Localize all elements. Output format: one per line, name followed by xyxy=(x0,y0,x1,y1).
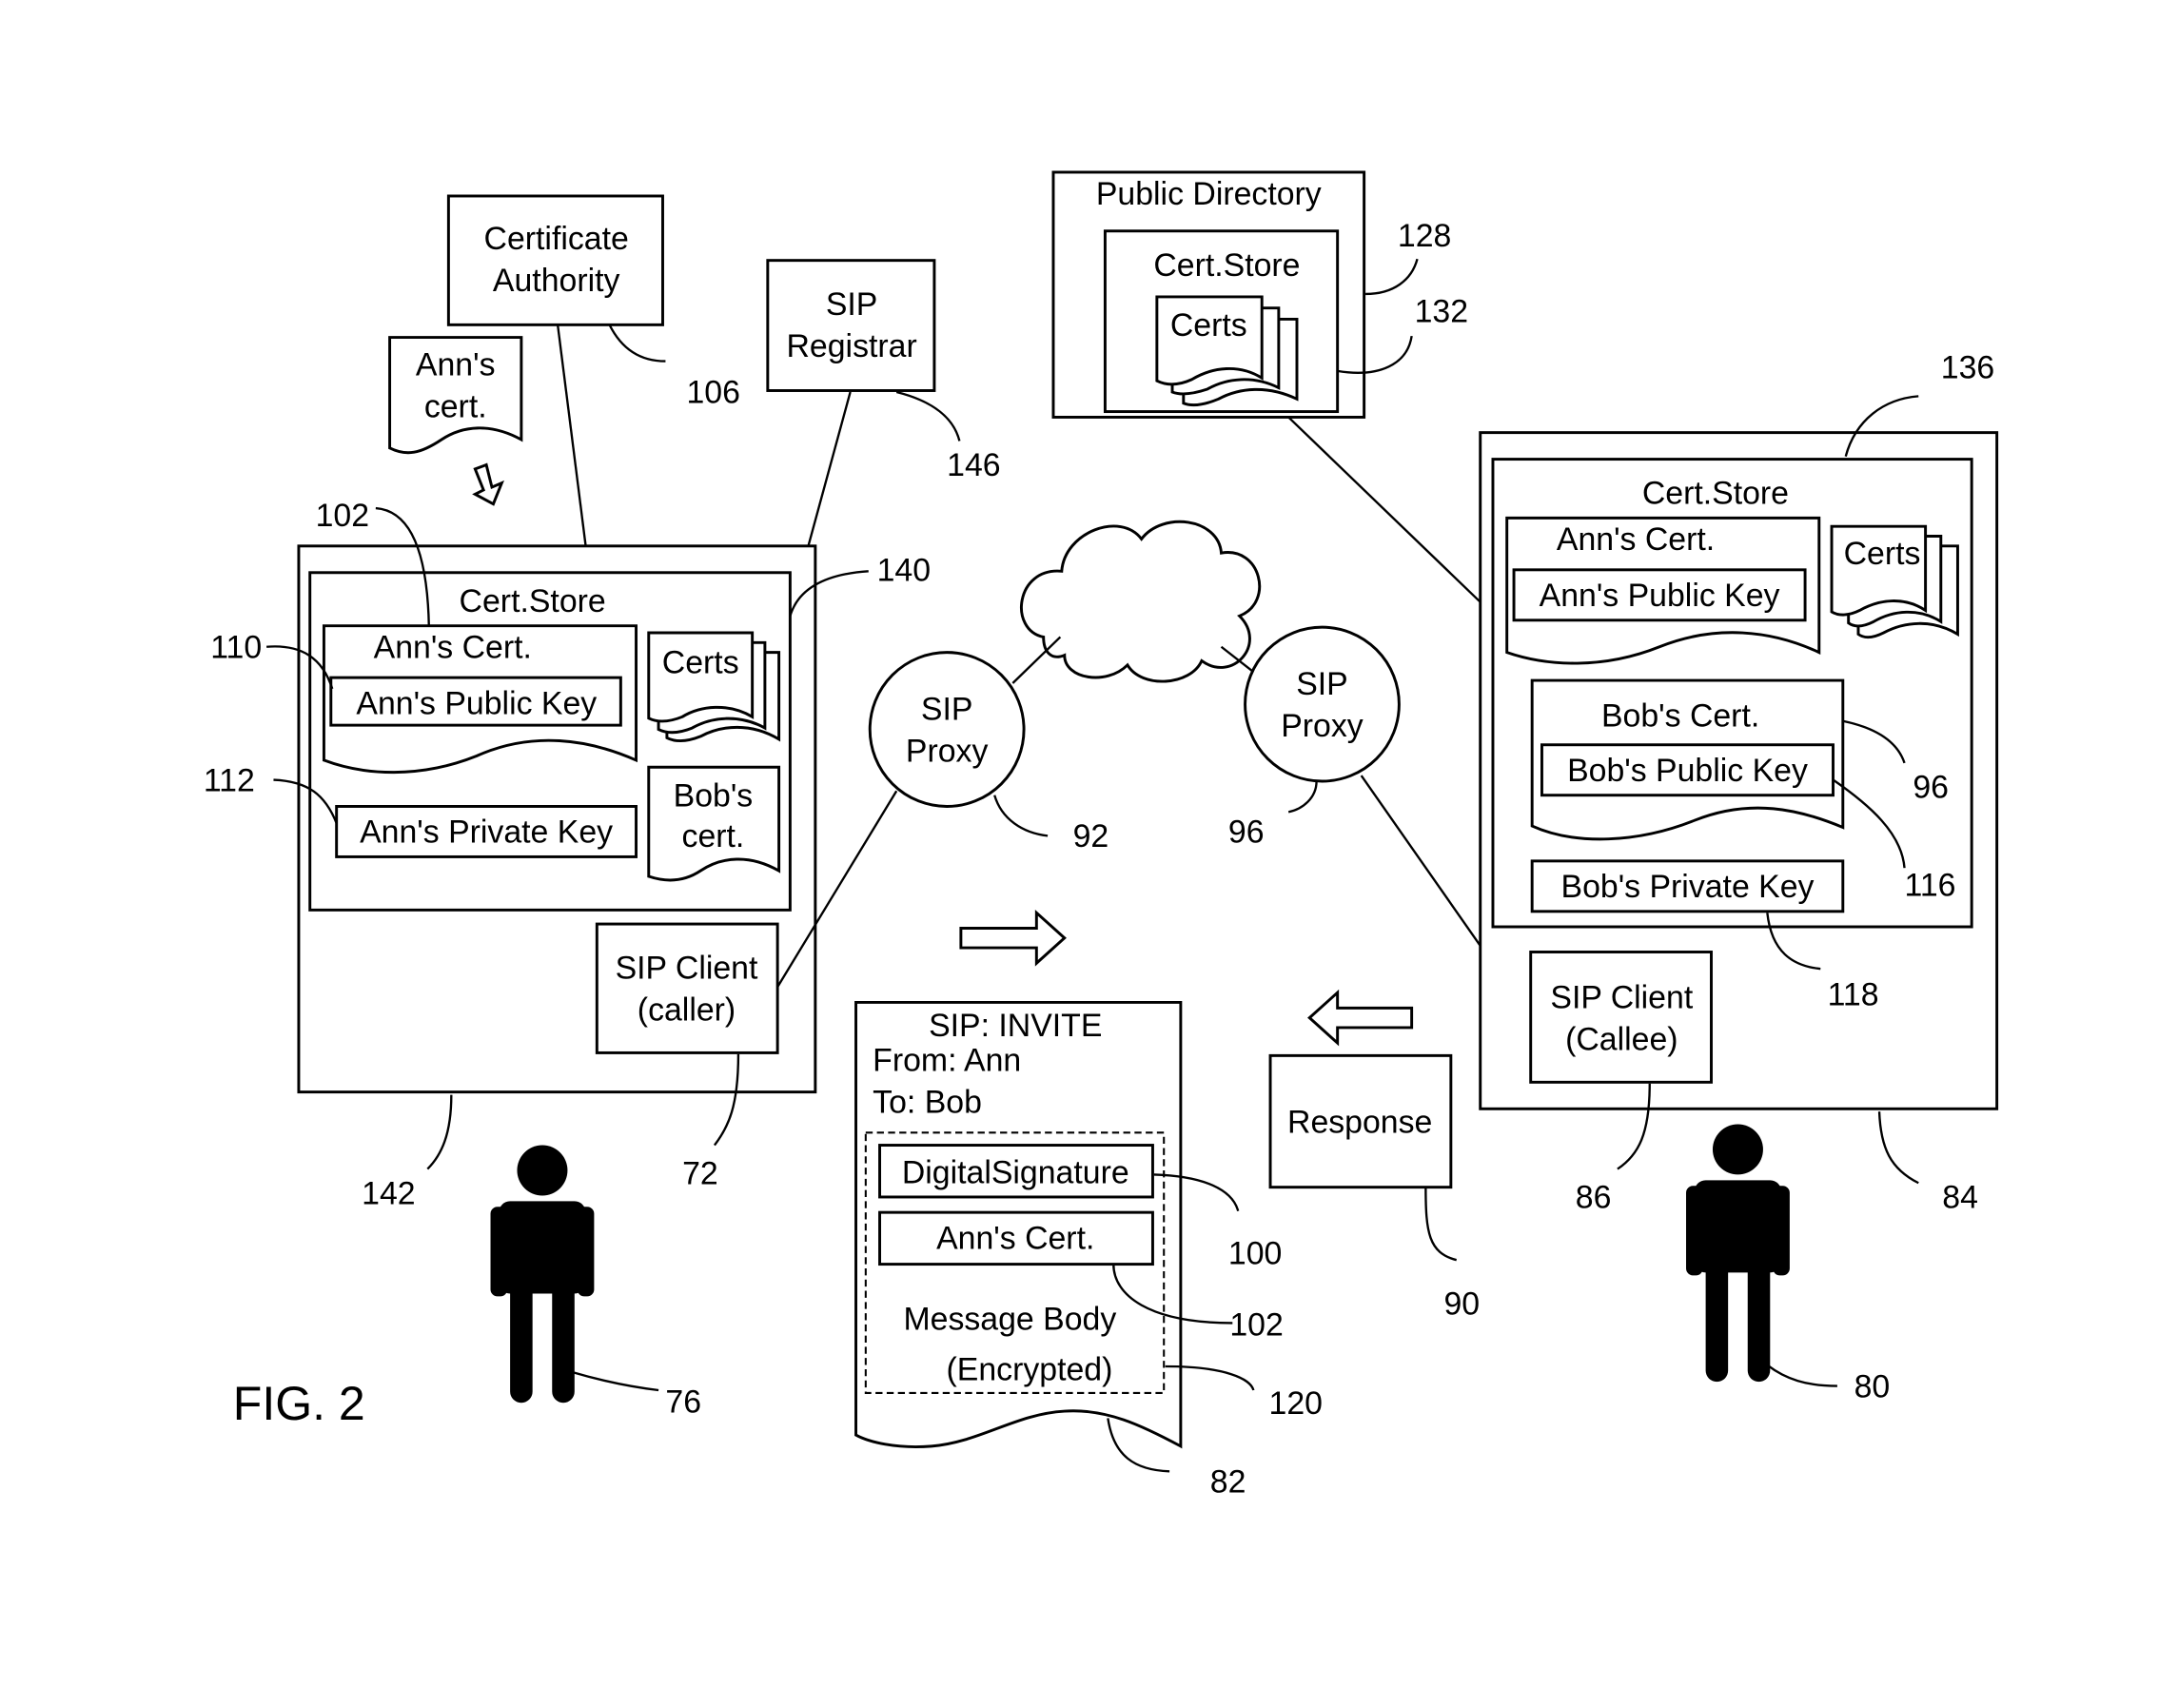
ref-76: 76 xyxy=(665,1384,701,1421)
public-directory-title: Public Directory xyxy=(1096,176,1322,212)
caller-bobs-cert-2: cert. xyxy=(682,818,745,854)
invite-digital-signature: DigitalSignature xyxy=(902,1154,1129,1190)
proxy-left-label-1: SIP xyxy=(921,691,973,727)
callee-anns-cert-title: Ann's Cert. xyxy=(1557,521,1715,558)
ref-96-cert: 96 xyxy=(1913,770,1949,806)
ref-90: 90 xyxy=(1443,1286,1480,1323)
caller-anns-private-key: Ann's Private Key xyxy=(360,815,613,851)
network-cloud-icon xyxy=(1011,520,1262,684)
ref-146: 146 xyxy=(947,447,1000,483)
anns-cert-doc-label-2: cert. xyxy=(424,388,487,424)
ref-136: 136 xyxy=(1941,349,1994,385)
forward-arrow-icon xyxy=(959,909,1067,967)
caller-cert-store-title: Cert.Store xyxy=(460,583,606,619)
callee-device: Cert.Store Ann's Cert. Ann's Public Key … xyxy=(1479,349,1999,1216)
user-bob-icon: 80 xyxy=(1686,1124,1890,1404)
ref-112: 112 xyxy=(204,762,255,798)
invite-to: To: Bob xyxy=(873,1085,982,1121)
ref-106: 106 xyxy=(686,375,739,411)
invite-message-body-2: (Encrypted) xyxy=(947,1352,1113,1388)
callee-certs-label: Certs xyxy=(1844,536,1921,572)
caller-bobs-cert-1: Bob's xyxy=(674,777,754,814)
invite-message: SIP: INVITE From: Ann To: Bob DigitalSig… xyxy=(854,1000,1323,1500)
down-arrow-icon xyxy=(472,462,504,506)
caller-certs-label: Certs xyxy=(662,645,739,681)
caller-anns-cert-title: Ann's Cert. xyxy=(374,630,532,666)
proxy-right-label-1: SIP xyxy=(1296,666,1348,702)
ref-116: 116 xyxy=(1905,868,1956,904)
sip-registrar: SIP Registrar 146 xyxy=(766,259,1001,547)
user-ann-icon: 76 xyxy=(490,1145,701,1421)
ref-80: 80 xyxy=(1854,1368,1891,1404)
callee-sip-client-1: SIP Client xyxy=(1550,979,1693,1015)
ref-82: 82 xyxy=(1210,1463,1246,1500)
ref-100: 100 xyxy=(1228,1236,1282,1272)
ref-118: 118 xyxy=(1828,976,1879,1012)
callee-bobs-public-key: Bob's Public Key xyxy=(1567,753,1808,789)
invite-title: SIP: INVITE xyxy=(929,1008,1102,1044)
ref-86: 86 xyxy=(1576,1180,1612,1216)
callee-bobs-cert-title: Bob's Cert. xyxy=(1601,698,1759,735)
callee-bobs-private-key: Bob's Private Key xyxy=(1561,869,1815,905)
ref-84: 84 xyxy=(1942,1180,1978,1216)
patent-figure: Certificate Authority 106 Ann's cert. SI… xyxy=(204,170,1999,1500)
ref-120: 120 xyxy=(1269,1385,1323,1422)
response-box: Response 90 xyxy=(1268,1053,1480,1323)
caller-anns-public-key: Ann's Public Key xyxy=(356,685,597,721)
pd-cert-store-title: Cert.Store xyxy=(1153,247,1300,284)
figure-title: FIG. 2 xyxy=(233,1377,365,1430)
ref-142: 142 xyxy=(362,1175,415,1211)
ref-140: 140 xyxy=(877,553,931,589)
anns-cert-document: Ann's cert. xyxy=(388,336,523,506)
ca-label-1: Certificate xyxy=(484,221,629,257)
registrar-label-2: Registrar xyxy=(786,328,916,364)
ref-102-invite: 102 xyxy=(1229,1307,1283,1344)
proxy-left-label-2: Proxy xyxy=(906,733,989,769)
callee-cert-store-title: Cert.Store xyxy=(1642,476,1789,512)
ref-128: 128 xyxy=(1398,218,1451,254)
invite-from: From: Ann xyxy=(873,1043,1021,1079)
ref-102-left: 102 xyxy=(316,498,369,534)
pd-certs-label: Certs xyxy=(1170,307,1247,344)
ref-96-proxy: 96 xyxy=(1228,815,1265,851)
invite-message-body-1: Message Body xyxy=(903,1302,1116,1338)
caller-device: Cert.Store Ann's Cert. Ann's Public Key … xyxy=(204,498,931,1211)
ref-132: 132 xyxy=(1415,293,1468,329)
anns-cert-doc-label-1: Ann's xyxy=(416,346,496,383)
ref-92: 92 xyxy=(1073,818,1109,854)
callee-anns-public-key: Ann's Public Key xyxy=(1540,578,1780,614)
ref-110: 110 xyxy=(210,630,262,666)
ca-label-2: Authority xyxy=(493,263,620,299)
registrar-label-1: SIP xyxy=(826,286,878,323)
ref-72: 72 xyxy=(682,1156,718,1192)
response-label: Response xyxy=(1287,1104,1432,1140)
caller-sip-client-1: SIP Client xyxy=(616,950,758,986)
proxy-right-label-2: Proxy xyxy=(1281,708,1364,744)
backward-arrow-icon xyxy=(1307,989,1414,1047)
sip-proxy-left: SIP Proxy 92 xyxy=(868,651,1109,854)
invite-anns-cert: Ann's Cert. xyxy=(936,1220,1094,1256)
caller-sip-client-2: (caller) xyxy=(638,992,736,1029)
callee-sip-client-2: (Callee) xyxy=(1565,1021,1678,1057)
